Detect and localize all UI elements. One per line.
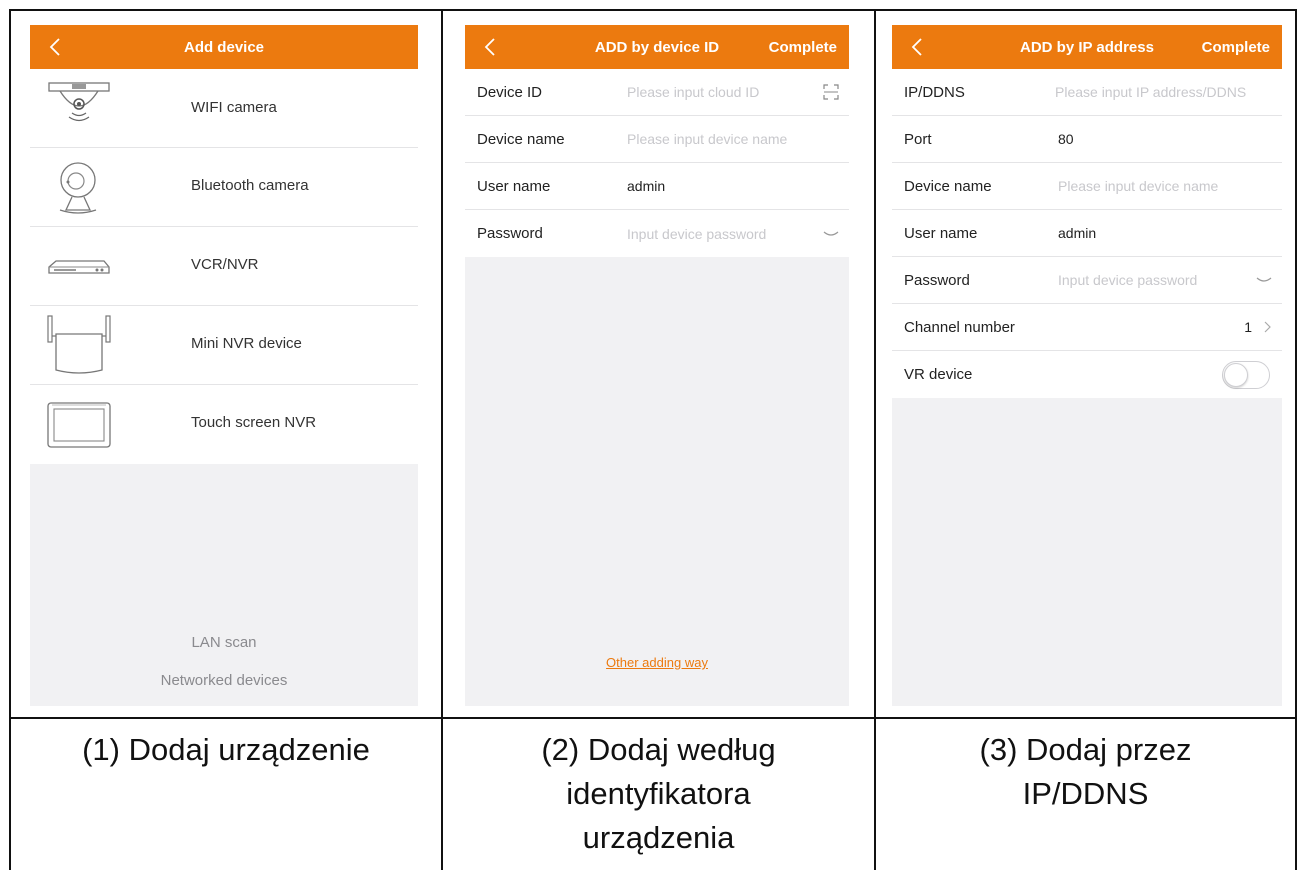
port-input[interactable]: 80 bbox=[1058, 131, 1074, 147]
caption-1: (1) Dodaj urządzenie bbox=[11, 728, 441, 772]
user-name-input[interactable]: admin bbox=[1058, 225, 1096, 241]
user-name-row: User name admin bbox=[465, 163, 849, 210]
wifi-camera-icon bbox=[48, 82, 110, 122]
field-label: Device ID bbox=[477, 83, 543, 101]
eye-closed-icon[interactable] bbox=[823, 229, 839, 239]
toggle-knob bbox=[1224, 362, 1248, 387]
caption-line: (3) Dodaj przez bbox=[979, 732, 1192, 767]
field-label: Port bbox=[904, 130, 932, 148]
device-type-label: WIFI camera bbox=[191, 99, 277, 116]
field-label: Device name bbox=[477, 130, 565, 148]
complete-button[interactable]: Complete bbox=[1202, 39, 1270, 56]
user-name-row: User name admin bbox=[892, 210, 1282, 257]
device-type-item[interactable]: Touch screen NVR bbox=[30, 385, 418, 464]
scan-qr-icon[interactable] bbox=[823, 84, 839, 100]
field-label: VR device bbox=[904, 366, 973, 383]
chevron-right-icon bbox=[1264, 321, 1271, 333]
complete-button[interactable]: Complete bbox=[769, 39, 837, 56]
navbar: ADD by device ID Complete bbox=[465, 25, 849, 69]
port-row: Port 80 bbox=[892, 116, 1282, 163]
caption-line: IP/DDNS bbox=[1022, 776, 1149, 811]
ip-form: IP/DDNS Please input IP address/DDNS Por… bbox=[892, 69, 1282, 398]
caption-3: (3) Dodaj przez IP/DDNS bbox=[876, 728, 1295, 816]
password-row: Password Input device password bbox=[892, 257, 1282, 304]
back-button[interactable] bbox=[906, 36, 928, 58]
channel-number-row[interactable]: Channel number 1 bbox=[892, 304, 1282, 351]
user-name-input[interactable]: admin bbox=[627, 178, 665, 194]
add-by-ip-screen: ADD by IP address Complete IP/DDNS Pleas… bbox=[892, 25, 1282, 706]
device-type-list: WIFI camera Bluetooth camera VCR/NVR Min… bbox=[30, 69, 418, 464]
device-id-input[interactable]: Please input cloud ID bbox=[627, 84, 759, 100]
add-device-screen: Add device WIFI camera Bluetooth camera … bbox=[30, 25, 418, 706]
device-type-item[interactable]: Bluetooth camera bbox=[30, 148, 418, 227]
vcr-nvr-icon bbox=[48, 260, 110, 274]
device-type-label: Touch screen NVR bbox=[191, 414, 317, 431]
row-divider bbox=[9, 717, 1297, 719]
back-button[interactable] bbox=[479, 36, 501, 58]
bluetooth-camera-icon bbox=[59, 162, 97, 214]
device-type-label: Mini NVR device bbox=[191, 335, 302, 352]
password-row: Password Input device password bbox=[465, 210, 849, 257]
device-name-input[interactable]: Please input device name bbox=[627, 131, 787, 147]
chevron-left-icon bbox=[484, 38, 495, 56]
field-label: Channel number bbox=[904, 318, 1015, 336]
add-by-device-id-screen: ADD by device ID Complete Device ID Plea… bbox=[465, 25, 849, 706]
lan-scan-link[interactable]: LAN scan bbox=[30, 634, 418, 651]
device-id-row: Device ID Please input cloud ID bbox=[465, 69, 849, 116]
eye-closed-icon[interactable] bbox=[1256, 275, 1272, 285]
vr-device-row: VR device bbox=[892, 351, 1282, 398]
networked-devices-link[interactable]: Networked devices bbox=[30, 672, 418, 689]
device-id-form: Device ID Please input cloud ID Device n… bbox=[465, 69, 849, 257]
ip-ddns-input[interactable]: Please input IP address/DDNS bbox=[1055, 84, 1246, 100]
chevron-left-icon bbox=[49, 38, 60, 56]
device-type-item[interactable]: Mini NVR device bbox=[30, 306, 418, 385]
device-name-input[interactable]: Please input device name bbox=[1058, 178, 1218, 194]
password-input[interactable]: Input device password bbox=[627, 226, 766, 242]
device-type-item[interactable]: VCR/NVR bbox=[30, 227, 418, 306]
caption-line: (2) Dodaj według bbox=[541, 732, 776, 767]
page-title: ADD by device ID bbox=[594, 38, 720, 56]
field-label: User name bbox=[904, 224, 978, 242]
channel-number-value: 1 bbox=[1244, 319, 1252, 335]
field-label: Device name bbox=[904, 177, 992, 195]
page-title: ADD by IP address bbox=[1020, 38, 1154, 56]
chevron-left-icon bbox=[911, 38, 922, 56]
touch-screen-nvr-icon bbox=[47, 402, 111, 448]
field-label: Password bbox=[904, 271, 970, 289]
back-button[interactable] bbox=[44, 36, 66, 58]
caption-line: identyfikatora bbox=[566, 776, 751, 811]
device-type-item[interactable]: WIFI camera bbox=[30, 69, 418, 148]
caption-line: (1) Dodaj urządzenie bbox=[82, 732, 370, 767]
password-input[interactable]: Input device password bbox=[1058, 272, 1197, 288]
page-title: Add device bbox=[183, 38, 265, 56]
device-type-label: Bluetooth camera bbox=[191, 177, 309, 194]
field-label: Password bbox=[477, 225, 543, 242]
field-label: User name bbox=[477, 177, 551, 195]
other-adding-way-link[interactable]: Other adding way bbox=[465, 655, 849, 670]
caption-2: (2) Dodaj według identyfikatora urządzen… bbox=[443, 728, 874, 860]
device-name-row: Device name Please input device name bbox=[465, 116, 849, 163]
vr-device-toggle[interactable] bbox=[1222, 360, 1270, 389]
navbar: Add device bbox=[30, 25, 418, 69]
caption-line: urządzenia bbox=[582, 820, 735, 855]
navbar: ADD by IP address Complete bbox=[892, 25, 1282, 69]
mini-nvr-icon bbox=[47, 315, 111, 374]
ip-ddns-row: IP/DDNS Please input IP address/DDNS bbox=[892, 69, 1282, 116]
device-type-label: VCR/NVR bbox=[191, 256, 259, 273]
field-label: IP/DDNS bbox=[904, 83, 965, 101]
device-name-row: Device name Please input device name bbox=[892, 163, 1282, 210]
